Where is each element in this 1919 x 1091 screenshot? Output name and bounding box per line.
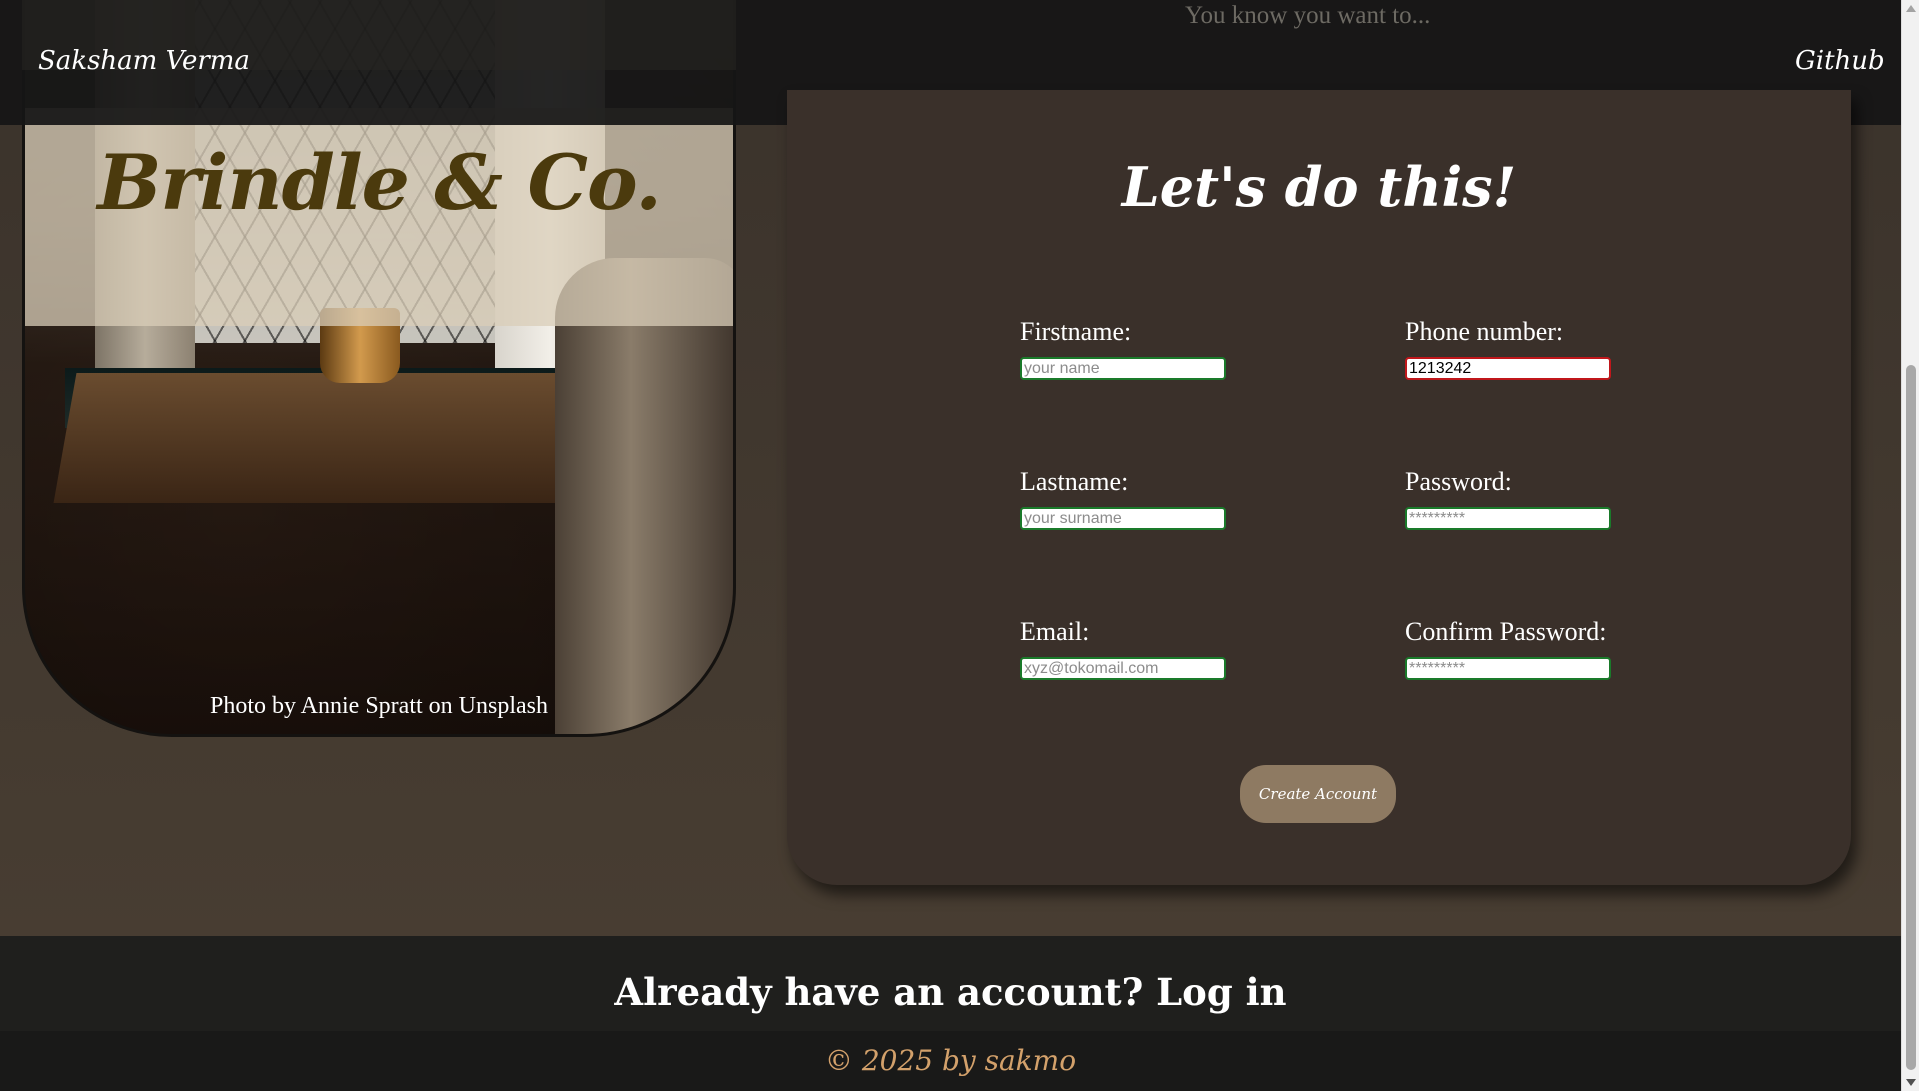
- lastname-field-group: Lastname:: [1020, 467, 1260, 530]
- email-label: Email:: [1020, 617, 1090, 646]
- signup-form-card: Let's do this! Firstname: Phone number: …: [787, 90, 1851, 885]
- brand-title: Brindle & Co.: [97, 138, 662, 227]
- firstname-input[interactable]: [1020, 357, 1226, 380]
- password-input[interactable]: [1405, 507, 1611, 530]
- email-field-group: Email:: [1020, 617, 1260, 680]
- email-input[interactable]: [1020, 657, 1226, 680]
- phone-input[interactable]: [1405, 357, 1611, 380]
- confirm-password-input[interactable]: [1405, 657, 1611, 680]
- github-link[interactable]: Github: [1795, 46, 1885, 76]
- copyright-bar: © 2025 by sakmo: [0, 1031, 1901, 1091]
- firstname-field-group: Firstname:: [1020, 317, 1260, 380]
- confirm-password-label: Confirm Password:: [1405, 617, 1607, 646]
- login-bar: Already have an account? Log in: [0, 936, 1901, 1031]
- password-field-group: Password:: [1405, 467, 1645, 530]
- site-brand-name[interactable]: Saksham Verma: [38, 46, 250, 76]
- scrollbar-thumb[interactable]: [1906, 365, 1916, 1070]
- phone-label: Phone number:: [1405, 317, 1564, 346]
- phone-field-group: Phone number:: [1405, 317, 1645, 380]
- confirm-password-field-group: Confirm Password:: [1405, 617, 1645, 680]
- password-label: Password:: [1405, 467, 1512, 496]
- photo-desk-decoration: [53, 373, 597, 503]
- lastname-input[interactable]: [1020, 507, 1226, 530]
- firstname-label: Firstname:: [1020, 317, 1132, 346]
- scroll-up-icon[interactable]: [1906, 5, 1916, 12]
- photo-chair-decoration: [555, 258, 733, 734]
- scroll-down-icon[interactable]: [1906, 1079, 1916, 1086]
- form-heading: Let's do this!: [1121, 155, 1517, 219]
- lastname-label: Lastname:: [1020, 467, 1129, 496]
- page-scrollbar[interactable]: [1901, 0, 1919, 1091]
- create-account-button[interactable]: Create Account: [1240, 765, 1396, 823]
- tagline: You know you want to...: [1185, 2, 1431, 29]
- photo-credit: Photo by Annie Spratt on Unsplash: [209, 693, 548, 719]
- login-link[interactable]: Already have an account? Log in: [0, 970, 1901, 1014]
- copyright-text: © 2025 by sakmo: [824, 1044, 1077, 1077]
